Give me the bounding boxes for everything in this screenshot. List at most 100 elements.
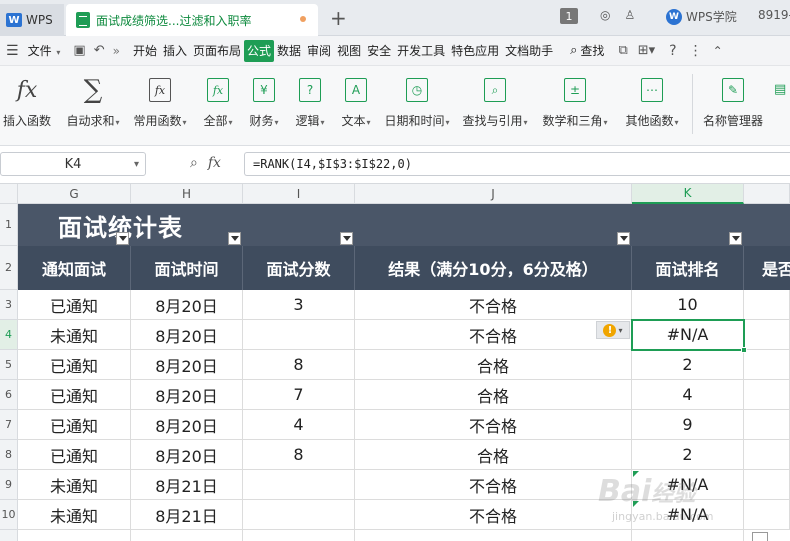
ranking-cell[interactable]: 4: [632, 380, 744, 410]
table-cell[interactable]: [131, 530, 243, 541]
result-cell[interactable]: 不合格: [355, 410, 632, 440]
menu-start[interactable]: 开始: [130, 40, 160, 62]
menu-formula[interactable]: 公式: [244, 39, 275, 62]
interview-score-cell[interactable]: [243, 320, 355, 350]
zoom-search-icon[interactable]: ⌕: [190, 155, 198, 171]
wps-academy-link[interactable]: W WPS学院: [666, 8, 737, 25]
menu-security[interactable]: 安全: [364, 40, 394, 62]
error-smart-tag[interactable]: ! ▾: [596, 321, 630, 339]
name-box[interactable]: K4 ▾: [0, 152, 146, 176]
window-count[interactable]: 1: [560, 8, 578, 24]
next-column-cell[interactable]: [744, 290, 790, 320]
menu-doc-assistant[interactable]: 文档助手: [502, 40, 556, 62]
column-header-i[interactable]: I: [243, 184, 355, 204]
save-icon[interactable]: ▣: [73, 43, 85, 58]
formula-input[interactable]: =RANK(I4,$I$3:$I$22,0): [244, 152, 790, 176]
interview-time-cell[interactable]: 8月20日: [131, 350, 243, 380]
row-header[interactable]: 2: [0, 246, 18, 290]
notify-cell[interactable]: 已通知: [18, 440, 131, 470]
collapse-ribbon-icon[interactable]: ⌃: [713, 44, 723, 58]
lookup-reference-button[interactable]: ⌕ 查找与引用▾: [462, 74, 528, 129]
notify-cell[interactable]: 已通知: [18, 410, 131, 440]
row-header[interactable]: [0, 530, 18, 541]
logical-button[interactable]: ? 逻辑▾: [292, 74, 328, 129]
row-header[interactable]: 6: [0, 380, 18, 410]
row-header[interactable]: 5: [0, 350, 18, 380]
next-column-cell[interactable]: [744, 440, 790, 470]
select-all-corner[interactable]: [0, 184, 18, 204]
filter-dropdown-button[interactable]: [617, 232, 630, 245]
interview-time-cell[interactable]: 8月21日: [131, 500, 243, 530]
next-column-cell[interactable]: [744, 320, 790, 350]
notify-cell[interactable]: 已通知: [18, 290, 131, 320]
interview-score-cell[interactable]: 8: [243, 440, 355, 470]
interview-score-cell[interactable]: 4: [243, 410, 355, 440]
math-trig-button[interactable]: ± 数学和三角▾: [542, 74, 608, 129]
row-header[interactable]: 7: [0, 410, 18, 440]
result-cell[interactable]: 合格: [355, 440, 632, 470]
row-header[interactable]: 3: [0, 290, 18, 320]
ribbon-overflow-icon[interactable]: ▤: [774, 82, 786, 97]
header-interview-score[interactable]: 面试分数: [243, 246, 355, 290]
interview-time-cell[interactable]: 8月20日: [131, 320, 243, 350]
menu-special[interactable]: 特色应用: [448, 40, 502, 62]
menu-insert[interactable]: 插入: [160, 40, 190, 62]
column-header-k[interactable]: K: [632, 184, 744, 204]
ranking-cell[interactable]: 9: [632, 410, 744, 440]
interview-score-cell[interactable]: [243, 470, 355, 500]
skin-icon[interactable]: ◎: [600, 8, 610, 22]
notify-cell[interactable]: 未通知: [18, 500, 131, 530]
table-cell[interactable]: [243, 530, 355, 541]
date-time-button[interactable]: ◷ 日期和时间▾: [384, 74, 450, 129]
filter-dropdown-button[interactable]: [228, 232, 241, 245]
filter-dropdown-button[interactable]: [116, 232, 129, 245]
fx-icon[interactable]: fx: [208, 155, 221, 171]
menu-developer[interactable]: 开发工具: [394, 40, 448, 62]
column-header-g[interactable]: G: [18, 184, 131, 204]
notify-cell[interactable]: 未通知: [18, 320, 131, 350]
text-functions-button[interactable]: A 文本▾: [338, 74, 374, 129]
interview-score-cell[interactable]: 3: [243, 290, 355, 320]
interview-time-cell[interactable]: 8月20日: [131, 410, 243, 440]
next-column-cell[interactable]: [744, 500, 790, 530]
filter-dropdown-button[interactable]: [729, 232, 742, 245]
header-result[interactable]: 结果（满分10分，6分及格）: [355, 246, 632, 290]
header-next[interactable]: 是否: [744, 246, 790, 290]
table-cell[interactable]: [18, 530, 131, 541]
next-column-cell[interactable]: [744, 350, 790, 380]
menu-review[interactable]: 审阅: [304, 40, 334, 62]
ranking-cell[interactable]: 2: [632, 440, 744, 470]
fill-handle[interactable]: [741, 347, 747, 353]
result-cell[interactable]: 合格: [355, 350, 632, 380]
table-cell[interactable]: [632, 530, 744, 541]
filter-dropdown-button[interactable]: [340, 232, 353, 245]
tab-wps-home[interactable]: W WPS: [0, 4, 64, 36]
next-column-cell[interactable]: [744, 470, 790, 500]
share-icon[interactable]: ⧉: [618, 43, 627, 58]
header-interview-time[interactable]: 面试时间: [131, 246, 243, 290]
interview-score-cell[interactable]: [243, 500, 355, 530]
ranking-cell[interactable]: 2: [632, 350, 744, 380]
interview-time-cell[interactable]: 8月20日: [131, 440, 243, 470]
interview-score-cell[interactable]: 7: [243, 380, 355, 410]
all-functions-button[interactable]: fx 全部▾: [200, 74, 236, 129]
notify-cell[interactable]: 未通知: [18, 470, 131, 500]
hamburger-menu-icon[interactable]: ☰: [6, 43, 19, 59]
column-header-l[interactable]: [744, 184, 790, 204]
more-arrows-icon[interactable]: »: [113, 44, 120, 58]
undo-icon[interactable]: ↶: [94, 43, 105, 58]
interview-time-cell[interactable]: 8月20日: [131, 290, 243, 320]
search-button[interactable]: ⌕ 查找: [570, 42, 604, 59]
tab-document[interactable]: 面试成绩筛选...过滤和入职率: [66, 4, 318, 36]
result-cell[interactable]: 不合格: [355, 290, 632, 320]
insert-function-button[interactable]: fx 插入函数: [2, 74, 52, 129]
menu-page-layout[interactable]: 页面布局: [190, 40, 244, 62]
shirt-icon[interactable]: ♙: [624, 8, 635, 22]
interview-time-cell[interactable]: 8月20日: [131, 380, 243, 410]
paste-options-icon[interactable]: [752, 532, 768, 541]
result-cell[interactable]: 不合格: [355, 500, 632, 530]
notify-cell[interactable]: 已通知: [18, 380, 131, 410]
interview-time-cell[interactable]: 8月21日: [131, 470, 243, 500]
result-cell[interactable]: 不合格: [355, 470, 632, 500]
row-header[interactable]: 8: [0, 440, 18, 470]
